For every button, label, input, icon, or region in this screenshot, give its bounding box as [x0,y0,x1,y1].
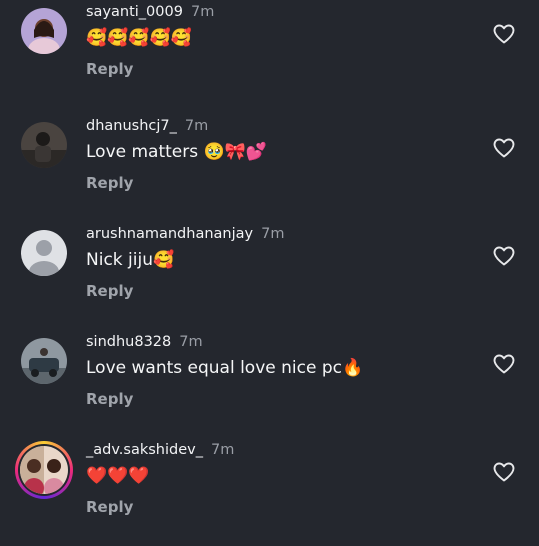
like-button[interactable] [492,244,516,268]
comment-text: ❤️❤️❤️ [86,466,150,486]
comment-item: dhanushcj7_ 7m Love matters 🥹🎀💕 Reply [0,114,539,222]
default-user-icon [21,230,67,276]
avatar[interactable] [21,8,67,54]
username[interactable]: _adv.sakshidev_ [86,442,203,458]
avatar-story-ring[interactable] [15,441,73,499]
reply-button[interactable]: Reply [86,390,133,408]
reply-button[interactable]: Reply [86,282,133,300]
timestamp: 7m [179,334,203,350]
reply-button[interactable]: Reply [86,498,133,516]
timestamp: 7m [210,442,235,458]
username[interactable]: sindhu8328 [86,334,171,350]
user-photo-icon [21,122,67,168]
comment-item: sindhu8328 7m Love wants equal love nice … [0,330,539,438]
comment-item: sayanti_0009 7m 🥰🥰🥰🥰🥰 Reply [0,0,539,108]
comment-text: 🥰🥰🥰🥰🥰 [86,28,192,48]
avatar[interactable] [21,338,67,384]
comment-text: Love matters 🥹🎀💕 [86,142,268,162]
heart-outline-icon [493,24,515,44]
reply-button[interactable]: Reply [86,60,133,78]
reply-button[interactable]: Reply [86,174,133,192]
comment-item: _adv.sakshidev_ 7m ❤️❤️❤️ Reply [0,438,539,546]
heart-outline-icon [493,246,515,266]
timestamp: 7m [190,4,215,20]
timestamp: 7m [261,226,285,242]
comment-text: Love wants equal love nice pc🔥 [86,358,364,378]
comment-text: Nick jiju🥰 [86,250,175,270]
avatar[interactable] [21,122,67,168]
avatar[interactable] [21,230,67,276]
like-button[interactable] [492,136,516,160]
username[interactable]: arushnamandhananjay [86,226,253,242]
like-button[interactable] [492,460,516,484]
username[interactable]: dhanushcj7_ [86,118,177,134]
user-photo-icon [21,338,67,384]
username[interactable]: sayanti_0009 [86,4,183,20]
heart-outline-icon [493,138,515,158]
user-photo-icon [21,8,67,54]
comment-item: arushnamandhananjay 7m Nick jiju🥰 Reply [0,222,539,330]
like-button[interactable] [492,22,516,46]
heart-outline-icon [493,462,515,482]
heart-outline-icon [493,354,515,374]
like-button[interactable] [492,352,516,376]
timestamp: 7m [184,118,209,134]
user-photo-icon [20,446,68,494]
